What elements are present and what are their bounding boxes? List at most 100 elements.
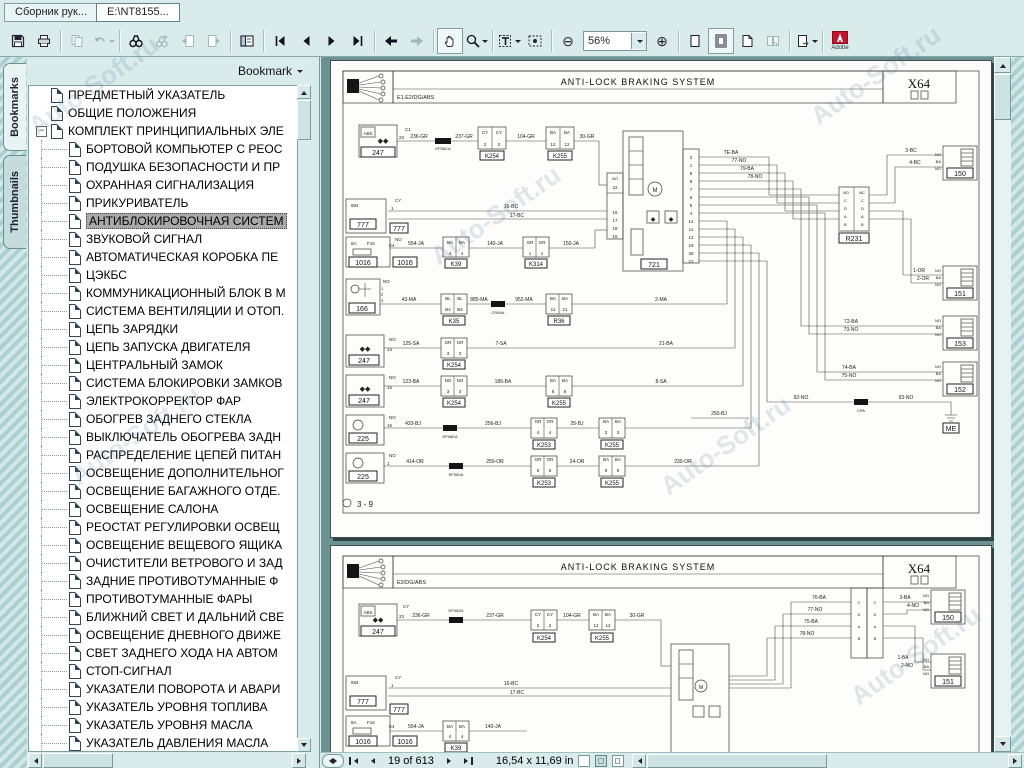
undo-dropdown-arrow[interactable]	[109, 40, 115, 46]
scroll-up-button[interactable]	[994, 57, 1011, 73]
search-button[interactable]	[149, 28, 175, 54]
previous-page-nav-button[interactable]	[365, 758, 380, 764]
bookmark-item[interactable]: ЦЭКБС	[29, 266, 297, 284]
scroll-left-button[interactable]	[632, 754, 646, 768]
next-page-button[interactable]	[319, 28, 345, 54]
bookmark-item[interactable]: КОММУНИКАЦИОННЫЙ БЛОК В М	[29, 284, 297, 302]
text-select-dropdown-arrow[interactable]	[515, 40, 521, 46]
bookmark-item[interactable]: АНТИБЛОКИРОВОЧНАЯ СИСТЕМ	[29, 212, 297, 230]
bookmark-item[interactable]: ПРЕДМЕТНЫЙ УКАЗАТЕЛЬ	[29, 86, 297, 104]
bookmark-item[interactable]: БЛИЖНИЙ СВЕТ И ДАЛЬНИЙ СВЕ	[29, 608, 297, 626]
bookmark-item[interactable]: ЦЕНТРАЛЬНЫЙ ЗАМОК	[29, 356, 297, 374]
bookmark-item[interactable]: ЭЛЕКТРОКОРРЕКТОР ФАР	[29, 392, 297, 410]
text-select-tool-button[interactable]	[496, 28, 522, 54]
layout-continuous-mini-button[interactable]	[595, 755, 607, 767]
pane-splitter-button[interactable]	[322, 754, 344, 768]
previous-page-button[interactable]	[293, 28, 319, 54]
window-tab-document[interactable]: E:\NT8155...	[96, 3, 180, 22]
next-view-button[interactable]	[404, 28, 430, 54]
snapshot-tool-button[interactable]	[522, 28, 548, 54]
next-page-nav-button[interactable]	[442, 758, 457, 764]
save-button[interactable]	[5, 28, 31, 54]
tab-thumbnails[interactable]: Thumbnails	[3, 155, 26, 249]
create-pdf-button[interactable]	[793, 28, 819, 54]
scroll-right-button[interactable]	[1008, 754, 1022, 768]
layout-facing-mini-button[interactable]	[612, 755, 624, 767]
zoom-tool-button[interactable]	[463, 28, 489, 54]
bookmark-item[interactable]: ОСВЕЩЕНИЕ ВЕЩЕВОГО ЯЩИКА	[29, 536, 297, 554]
bookmark-item[interactable]: ЦЕПЬ ЗАРЯДКИ	[29, 320, 297, 338]
bookmark-item[interactable]: ОХРАННАЯ СИГНАЛИЗАЦИЯ	[29, 176, 297, 194]
bookmark-item[interactable]: БОРТОВОЙ КОМПЬЮТЕР С РЕОС	[29, 140, 297, 158]
bookmark-item[interactable]: ВЫКЛЮЧАТЕЛЬ ОБОГРЕВА ЗАДН	[29, 428, 297, 446]
scrollbar-thumb[interactable]	[43, 753, 113, 768]
previous-view-button[interactable]	[378, 28, 404, 54]
collapse-toggle[interactable]: −	[36, 126, 47, 137]
bookmark-item[interactable]: ПРОТИВОТУМАННЫЕ ФАРЫ	[29, 590, 297, 608]
bookmark-tree-horizontal-scrollbar[interactable]	[28, 753, 306, 768]
bookmark-item[interactable]: СИСТЕМА БЛОКИРОВКИ ЗАМКОВ	[29, 374, 297, 392]
scroll-up-button[interactable]	[297, 85, 311, 99]
bookmark-item[interactable]: ОСВЕЩЕНИЕ ДОПОЛНИТЕЛЬНОГ	[29, 464, 297, 482]
scroll-down-button[interactable]	[297, 738, 311, 752]
first-page-nav-button[interactable]	[346, 757, 363, 765]
find-previous-button[interactable]	[175, 28, 201, 54]
bookmark-item[interactable]: ОСВЕЩЕНИЕ БАГАЖНОГО ОТДЕ.	[29, 482, 297, 500]
first-page-button[interactable]	[267, 28, 293, 54]
hand-tool-button[interactable]	[437, 28, 463, 54]
zoom-in-button[interactable]: ⊕	[649, 28, 675, 54]
bookmark-item[interactable]: УКАЗАТЕЛИ ПОВОРОТА И АВАРИ	[29, 680, 297, 698]
bookmark-item[interactable]: ПРИКУРИВАТЕЛЬ	[29, 194, 297, 212]
bookmark-item[interactable]: РАСПРЕДЕЛЕНИЕ ЦЕПЕЙ ПИТАН	[29, 446, 297, 464]
bookmark-item[interactable]: ЗВУКОВОЙ СИГНАЛ	[29, 230, 297, 248]
scrollbar-thumb[interactable]	[994, 74, 1011, 120]
bookmark-item[interactable]: ПОДУШКА БЕЗОПАСНОСТИ И ПР	[29, 158, 297, 176]
scrollbar-thumb[interactable]	[297, 100, 311, 140]
print-button[interactable]	[31, 28, 57, 54]
bookmark-tree-vertical-scrollbar[interactable]	[297, 85, 311, 752]
bookmark-item[interactable]: ОЧИСТИТЕЛИ ВЕТРОВОГО И ЗАД	[29, 554, 297, 572]
layout-single-page-button[interactable]	[682, 28, 708, 54]
scrollbar-thumb[interactable]	[647, 754, 827, 768]
undo-button[interactable]	[90, 28, 116, 54]
scrollbar-track[interactable]	[297, 85, 311, 752]
bookmark-item[interactable]: УКАЗАТЕЛЬ УРОВНЯ ТОПЛИВА	[29, 698, 297, 716]
zoom-level-combo[interactable]: 56%	[583, 31, 647, 51]
find-next-button[interactable]	[201, 28, 227, 54]
bookmark-item[interactable]: РЕОСТАТ РЕГУЛИРОВКИ ОСВЕЩ	[29, 518, 297, 536]
tab-bookmarks[interactable]: Bookmarks	[3, 63, 26, 151]
copy-button[interactable]	[64, 28, 90, 54]
bookmark-item[interactable]: ОБЩИЕ ПОЛОЖЕНИЯ	[29, 104, 297, 122]
bookmark-item[interactable]: УКАЗАТЕЛЬ УРОВНЯ МАСЛА	[29, 716, 297, 734]
zoom-out-button[interactable]: ⊖	[555, 28, 581, 54]
zoom-tool-dropdown-arrow[interactable]	[482, 40, 488, 46]
page-number-indicator[interactable]: 19 of 613	[382, 755, 440, 767]
create-pdf-dropdown-arrow[interactable]	[812, 40, 818, 46]
zoom-combo-dropdown[interactable]	[631, 33, 646, 49]
layout-continuous-facing-button[interactable]	[734, 28, 760, 54]
document-horizontal-scrollbar[interactable]	[632, 754, 1022, 768]
layout-facing-button[interactable]	[760, 28, 786, 54]
scroll-down-button[interactable]	[994, 736, 1011, 752]
bookmark-item[interactable]: СТОП-СИГНАЛ	[29, 662, 297, 680]
scroll-left-button[interactable]	[28, 753, 42, 768]
layout-single-mini-button[interactable]	[578, 755, 590, 767]
bookmark-item[interactable]: −КОМПЛЕКТ ПРИНЦИПИАЛЬНЫХ ЭЛЕ	[29, 122, 297, 140]
bookmark-menu-button[interactable]: Bookmark	[238, 64, 303, 78]
bookmark-item[interactable]: ЗАДНИЕ ПРОТИВОТУМАННЫЕ Ф	[29, 572, 297, 590]
bookmark-item[interactable]: АВТОМАТИЧЕСКАЯ КОРОБКА ПЕ	[29, 248, 297, 266]
bookmark-item[interactable]: ОБОГРЕВ ЗАДНЕГО СТЕКЛА	[29, 410, 297, 428]
bookmark-item[interactable]: ЦЕПЬ ЗАПУСКА ДВИГАТЕЛЯ	[29, 338, 297, 356]
scrollbar-track[interactable]	[994, 57, 1011, 752]
bookmark-item[interactable]: ОСВЕЩЕНИЕ ДНЕВНОГО ДВИЖЕ	[29, 626, 297, 644]
find-button[interactable]	[123, 28, 149, 54]
bookmark-item[interactable]: УКАЗАТЕЛЬ ДАВЛЕНИЯ МАСЛА	[29, 734, 297, 752]
window-tab-collection[interactable]: Сборник рук...	[4, 3, 98, 22]
navigation-pane-button[interactable]	[234, 28, 260, 54]
last-page-button[interactable]	[345, 28, 371, 54]
layout-continuous-button[interactable]	[708, 28, 734, 54]
last-page-nav-button[interactable]	[459, 757, 476, 765]
bookmark-item[interactable]: СИСТЕМА ВЕНТИЛЯЦИИ И ОТОП.	[29, 302, 297, 320]
scroll-right-button[interactable]	[292, 753, 306, 768]
adobe-button[interactable]: Adobe	[826, 26, 854, 56]
